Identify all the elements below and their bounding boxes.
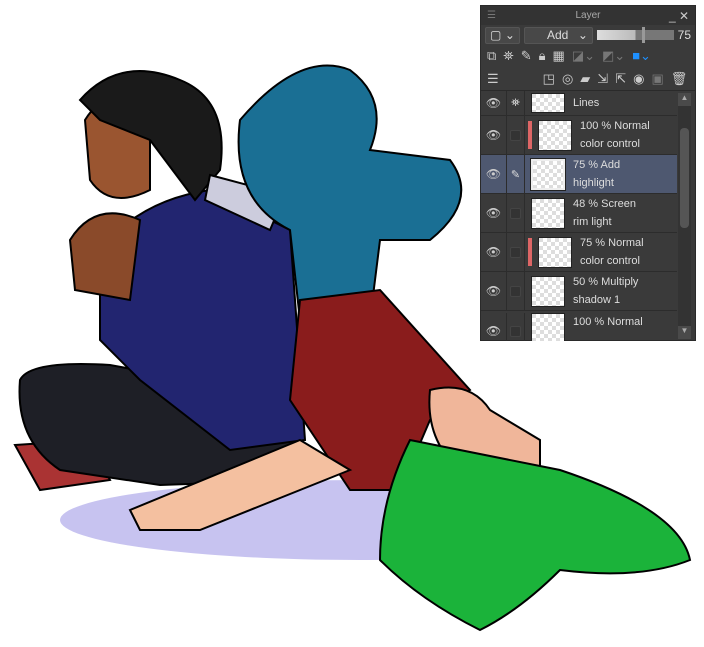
new-vector-layer-icon[interactable]: ◎ [562,71,573,87]
skin-arm [68,212,142,302]
layer-checkbox[interactable] [507,116,525,154]
chevron-down-icon: ⌄ [577,28,588,42]
menu-icon[interactable]: ☰ [487,10,496,21]
layer-color-select[interactable]: ▢ ⌄ [485,26,520,44]
draft-icon[interactable]: ✎ [521,48,532,64]
layer-name: highlight [573,177,614,189]
layer-thumbnail [538,236,572,268]
layer-name: shadow 1 [573,294,621,306]
blend-mode-select[interactable]: Add ⌄ [523,26,593,44]
eye-icon[interactable]: 👁︎ [481,233,507,271]
layer-name: color control [580,138,640,150]
create-mask-icon[interactable]: ◉ [633,71,644,87]
scrollbar[interactable]: ▲ ▼ [678,93,691,339]
layer-checkbox[interactable] [507,233,525,271]
layer-checkbox[interactable] [507,194,525,232]
opacity-value[interactable]: 75 [678,28,691,42]
layer-name: rim light [573,216,612,228]
chevron-down-icon: ⌄ [504,28,515,42]
new-folder-icon[interactable]: ▰ [580,71,590,87]
clip-indicator [528,121,532,149]
layer-mode: 75 % Add [573,159,621,171]
close-icon[interactable]: _ ✕ [669,9,689,23]
layer-panel: ☰ Layer _ ✕ ▢ ⌄ Add ⌄ 75 ⧉ ⛯ ✎ 🔒︎ ▦ ◪⌄ ◩⌄ … [480,5,696,341]
layer-name: color control [580,255,640,267]
eye-icon[interactable]: 👁︎ [481,194,507,232]
layer-thumbnail [531,93,565,113]
scroll-thumb[interactable] [680,128,689,228]
pen-icon[interactable]: ✎ [507,155,525,193]
eye-icon[interactable]: 👁︎ [481,116,507,154]
reference-icon[interactable]: ⛯ [507,91,525,115]
clip-icon[interactable]: ⧉ [487,48,496,64]
blend-mode-value: Add [546,28,569,42]
layer-item[interactable]: 👁︎ 100 % Normal color control [481,116,677,155]
new-raster-layer-icon[interactable]: ◳ [543,71,555,87]
eye-icon[interactable]: 👁︎ [481,155,507,193]
layer-checkbox[interactable] [507,313,525,341]
layer-thumbnail [531,197,565,229]
ruler-icon[interactable]: ◩⌄ [602,48,625,64]
lock-icon[interactable]: 🔒︎ [539,48,546,64]
green-hair [378,438,692,632]
merge-down-icon[interactable]: ⇱ [615,71,626,87]
slider-handle[interactable] [641,27,645,43]
layer-checkbox[interactable] [507,272,525,310]
layer-thumbnail [531,313,565,341]
opacity-slider[interactable] [596,27,674,43]
layer-thumbnail [538,119,572,151]
eye-icon[interactable]: 👁︎ [481,313,507,341]
mask-icon[interactable]: ◪⌄ [572,48,595,64]
layer-property-icon[interactable]: ☰ [487,71,499,87]
square-icon: ▢ [490,28,502,42]
layer-mode: 75 % Normal [580,237,644,249]
lock-transparency-icon[interactable]: ▦ [553,48,565,64]
layer-color-icon[interactable]: ■⌄ [632,48,651,64]
layer-thumbnail [531,275,565,307]
panel-title: Layer [575,10,601,21]
layer-item[interactable]: 👁︎ 48 % Screen rim light [481,194,677,233]
trash-icon[interactable]: 🗑︎ [671,71,688,87]
reference-icon[interactable]: ⛯ [503,48,513,64]
layer-item[interactable]: 👁︎ 75 % Normal color control [481,233,677,272]
eye-icon[interactable]: 👁︎ [481,91,507,115]
layer-name: Lines [573,97,600,109]
panel-title-bar: ☰ Layer _ ✕ [481,6,695,25]
scroll-down-icon[interactable]: ▼ [678,326,691,339]
layer-item[interactable]: 👁︎ ⛯ Lines [481,91,677,116]
apply-mask-icon[interactable]: ▣ [651,71,663,87]
layer-list: 👁︎ ⛯ Lines 👁︎ 100 % Normal color control … [481,91,677,341]
layer-mode: 50 % Multiply [573,276,639,288]
layer-item-selected[interactable]: 👁︎ ✎ 75 % Add highlight [481,155,677,194]
scroll-up-icon[interactable]: ▲ [678,93,691,106]
layer-mode: 100 % Normal [573,316,643,328]
layer-item[interactable]: 👁︎ 100 % Normal [481,311,677,341]
eye-icon[interactable]: 👁︎ [481,272,507,310]
transfer-down-icon[interactable]: ⇲ [597,71,608,87]
layer-item[interactable]: 👁︎ 50 % Multiply shadow 1 [481,272,677,311]
layer-mode: 100 % Normal [580,120,650,132]
layer-thumbnail [530,157,566,191]
layer-mode: 48 % Screen [573,198,636,210]
clip-indicator [528,238,532,266]
